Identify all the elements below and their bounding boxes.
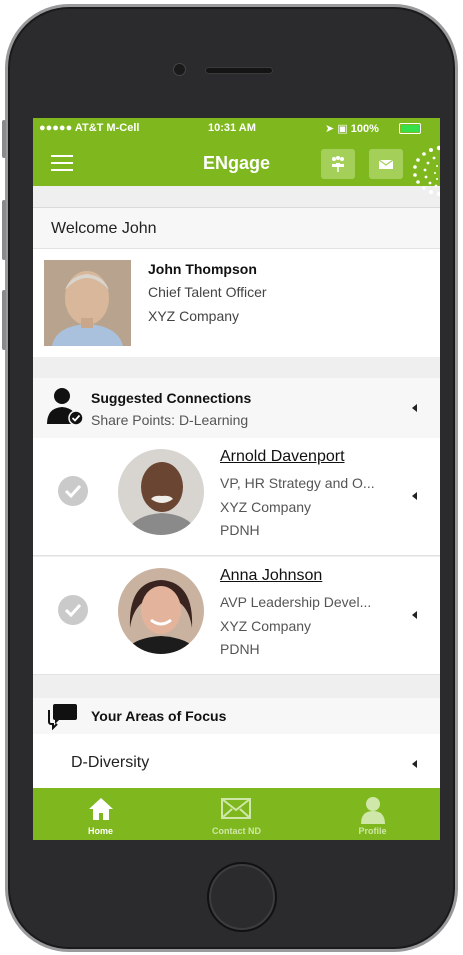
front-camera [173, 63, 186, 76]
messages-button[interactable] [369, 149, 403, 179]
mail-icon [221, 798, 251, 819]
connection-code: PDNH [220, 641, 260, 657]
volume-up-button [2, 200, 6, 260]
profile-title: Chief Talent Officer [148, 284, 267, 300]
connection-photo [118, 568, 204, 654]
carrier-label: ●●●●● AT&T M-Cell [39, 122, 140, 134]
person-icon [361, 797, 385, 824]
chat-bubbles-icon [48, 704, 77, 730]
brand-logo-icon [413, 145, 440, 197]
tab-home[interactable]: Home [33, 788, 168, 840]
welcome-bar: Welcome John [33, 207, 440, 249]
connection-company: XYZ Company [220, 499, 312, 515]
suggested-connections-header[interactable]: Suggested Connections Share Points: D-Le… [33, 378, 440, 438]
tab-contact-label: Contact ND [212, 826, 261, 836]
connection-name[interactable]: Arnold Davenport [220, 448, 345, 466]
chevron-left-icon [412, 760, 417, 768]
profile-photo [44, 260, 131, 346]
person-check-icon [47, 388, 84, 426]
status-bar: ●●●●● AT&T M-Cell 10:31 AM ➤ ▣ 100% [33, 118, 440, 140]
chevron-left-icon [412, 404, 417, 412]
app-screen: ●●●●● AT&T M-Cell 10:31 AM ➤ ▣ 100% ENga… [33, 118, 440, 840]
volume-down-button [2, 290, 6, 350]
chevron-left-icon [412, 611, 417, 619]
connection-role: VP, HR Strategy and O... [220, 475, 375, 491]
tab-contact[interactable]: Contact ND [169, 788, 304, 840]
profile-avatar [44, 260, 131, 346]
connection-avatar [118, 568, 204, 654]
clock: 10:31 AM [208, 122, 256, 134]
connection-item[interactable]: Arnold Davenport VP, HR Strategy and O..… [33, 438, 440, 556]
connection-photo [118, 449, 204, 535]
connection-item[interactable]: Anna Johnson AVP Leadership Devel... XYZ… [33, 557, 440, 675]
tab-home-label: Home [87, 826, 113, 836]
areas-of-focus-title: Your Areas of Focus [91, 708, 227, 724]
battery-percent: ➤ ▣ 100% [325, 123, 379, 135]
home-hardware-button[interactable] [207, 862, 277, 932]
share-points-label: Share Points: D-Learning [91, 412, 249, 428]
focus-item[interactable]: D-Diversity [33, 734, 440, 788]
network-icon [332, 156, 344, 172]
areas-of-focus-header: Your Areas of Focus [33, 698, 440, 734]
suggested-connections-title: Suggested Connections [91, 390, 252, 406]
focus-item-label: D-Diversity [71, 754, 150, 771]
nav-bar: ENgage [33, 140, 440, 197]
connection-avatar [118, 449, 204, 535]
profile-company: XYZ Company [148, 308, 240, 324]
profile-name: John Thompson [148, 261, 257, 277]
connection-company: XYZ Company [220, 618, 312, 634]
earpiece-speaker [205, 67, 273, 74]
connection-role: AVP Leadership Devel... [220, 594, 372, 610]
mute-switch [2, 120, 6, 158]
network-button[interactable] [321, 149, 355, 179]
tab-profile[interactable]: Profile [305, 788, 440, 840]
connection-code: PDNH [220, 522, 260, 538]
profile-card[interactable]: John Thompson Chief Talent Officer XYZ C… [33, 249, 440, 357]
check-circle-icon[interactable] [58, 595, 88, 625]
envelope-icon [378, 159, 394, 169]
tab-profile-label: Profile [358, 826, 387, 836]
chevron-left-icon [412, 492, 417, 500]
tab-bar: Home Contact ND Profile [33, 788, 440, 840]
connection-name[interactable]: Anna Johnson [220, 567, 322, 585]
welcome-text: Welcome John [51, 220, 157, 237]
check-circle-icon[interactable] [58, 476, 88, 506]
home-icon [89, 798, 113, 820]
